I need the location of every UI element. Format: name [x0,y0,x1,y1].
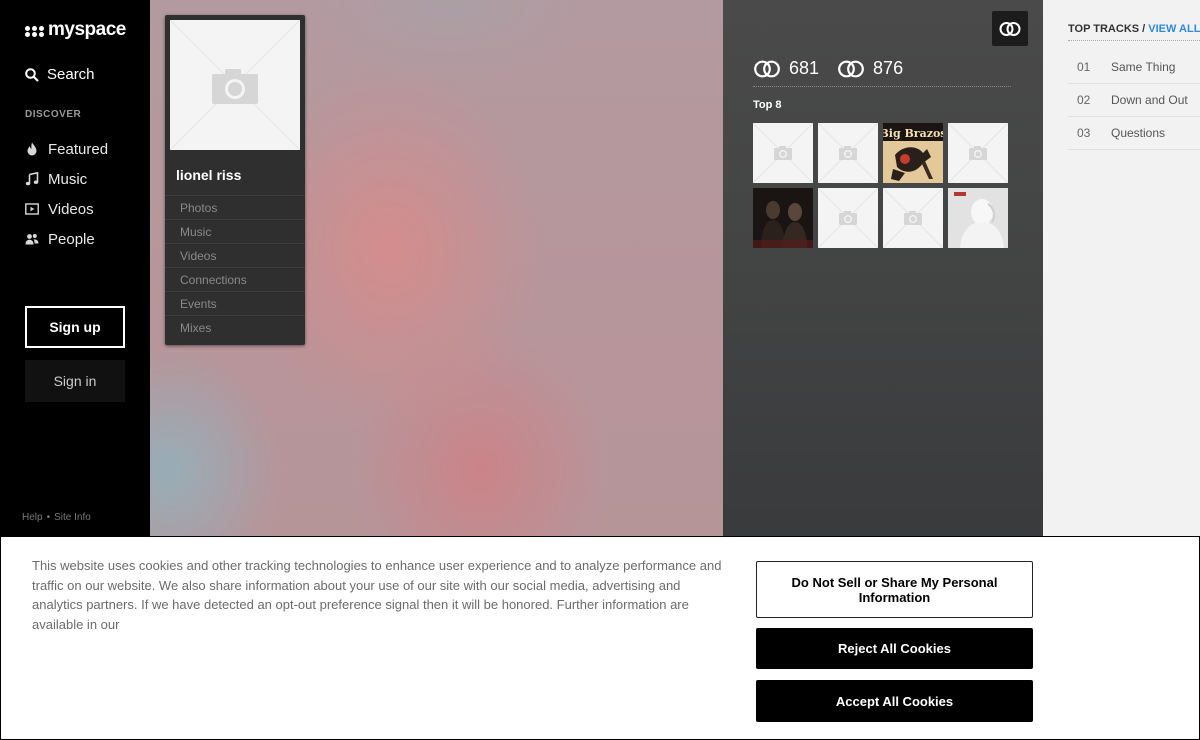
top8-friend-7[interactable] [883,188,943,248]
top8-friend-4[interactable] [948,123,1008,183]
track-title: Questions [1111,126,1166,140]
discover-heading: DISCOVER [25,109,82,120]
reject-all-cookies-button[interactable]: Reject All Cookies [756,628,1033,669]
track-title: Same Thing [1111,60,1176,74]
track-list: 01 Same Thing 02 Down and Out 03 Questio… [1068,51,1200,150]
track-row[interactable]: 03 Questions [1068,117,1200,150]
footer-separator: • [46,512,51,523]
track-row[interactable]: 02 Down and Out [1068,84,1200,117]
profile-menu: Photos Music Videos Connections Events M… [165,195,305,339]
camera-placeholder-icon [818,123,878,183]
connections-out-icon [754,60,780,77]
nav-label-featured: Featured [48,140,109,158]
top8-friend-5[interactable] [753,188,813,248]
logo-people-icon [25,26,44,37]
do-not-sell-button[interactable]: Do Not Sell or Share My Personal Informa… [756,561,1033,618]
profile-name: lionel riss [176,167,242,183]
nav-item-music[interactable]: Music [25,164,108,194]
sidebar-footer-links: Help • Site Info [22,512,91,523]
profile-avatar[interactable] [170,20,300,150]
myspace-logo[interactable]: myspace [25,19,126,41]
camera-placeholder-icon [883,188,943,248]
music-note-icon [25,172,39,186]
connect-rings-icon [999,21,1021,36]
video-play-icon [25,203,39,215]
top8-friend-2[interactable] [818,123,878,183]
profile-card: lionel riss Photos Music Videos Connecti… [165,15,305,345]
flame-icon [27,142,37,156]
band-photo [753,188,813,248]
people-icon [25,234,39,245]
track-row[interactable]: 01 Same Thing [1068,51,1200,84]
camera-placeholder-icon [948,123,1008,183]
connections-in-stat[interactable]: 876 [837,58,903,79]
top8-friend-8[interactable] [948,188,1008,248]
nav-label-music: Music [48,170,88,188]
track-number: 02 [1077,93,1091,107]
search-button[interactable]: Search [25,66,95,83]
cookie-notice-text: This website uses cookies and other trac… [32,558,722,632]
nav-item-people[interactable]: People [25,224,108,254]
logo-text: myspace [48,19,126,40]
cookie-consent-banner: This website uses cookies and other trac… [0,536,1200,740]
stats-divider [753,86,1011,87]
connection-stats: 681 876 [753,58,903,79]
big-brazos-album-art: Big Brazos [883,123,943,183]
track-number: 01 [1077,60,1091,74]
view-all-link[interactable]: VIEW ALL [1148,23,1200,35]
top-tracks-header: TOP TRACKS / VIEW ALL [1068,23,1200,35]
sign-up-button[interactable]: Sign up [25,306,125,348]
top8-friend-6[interactable] [818,188,878,248]
connections-in-count: 876 [873,58,904,78]
top8-heading: Top 8 [753,99,782,111]
track-number: 03 [1077,126,1091,140]
top8-friend-1[interactable] [753,123,813,183]
tracks-divider [1068,40,1200,41]
site-info-link[interactable]: Site Info [54,512,91,523]
sign-in-button[interactable]: Sign in [25,360,125,402]
accept-all-cookies-button[interactable]: Accept All Cookies [756,680,1033,722]
profile-menu-events[interactable]: Events [165,291,305,315]
profile-menu-mixes[interactable]: Mixes [165,315,305,339]
profile-menu-connections[interactable]: Connections [165,267,305,291]
connect-button[interactable] [992,11,1028,46]
top-tracks-title: TOP TRACKS / [1068,23,1146,35]
camera-placeholder-icon [818,188,878,248]
camera-placeholder-icon [753,123,813,183]
nav-item-videos[interactable]: Videos [25,194,108,224]
light-portrait-photo [948,188,1008,248]
top8-grid: Big Brazos [753,123,1008,248]
nav-label-videos: Videos [48,200,94,218]
top8-friend-3[interactable]: Big Brazos [883,123,943,183]
discover-nav: Featured Music Videos People [25,134,108,254]
nav-item-featured[interactable]: Featured [25,134,108,164]
camera-placeholder-icon [170,20,300,150]
connections-out-stat[interactable]: 681 [753,58,819,79]
search-icon [25,67,39,82]
album-title: Big Brazos [883,127,943,140]
help-link[interactable]: Help [22,512,43,523]
nav-label-people: People [48,230,95,248]
connections-out-count: 681 [789,58,820,78]
search-label: Search [47,66,95,83]
profile-menu-photos[interactable]: Photos [165,195,305,219]
profile-menu-music[interactable]: Music [165,219,305,243]
connections-in-icon [838,60,864,77]
profile-menu-videos[interactable]: Videos [165,243,305,267]
track-title: Down and Out [1111,93,1188,107]
